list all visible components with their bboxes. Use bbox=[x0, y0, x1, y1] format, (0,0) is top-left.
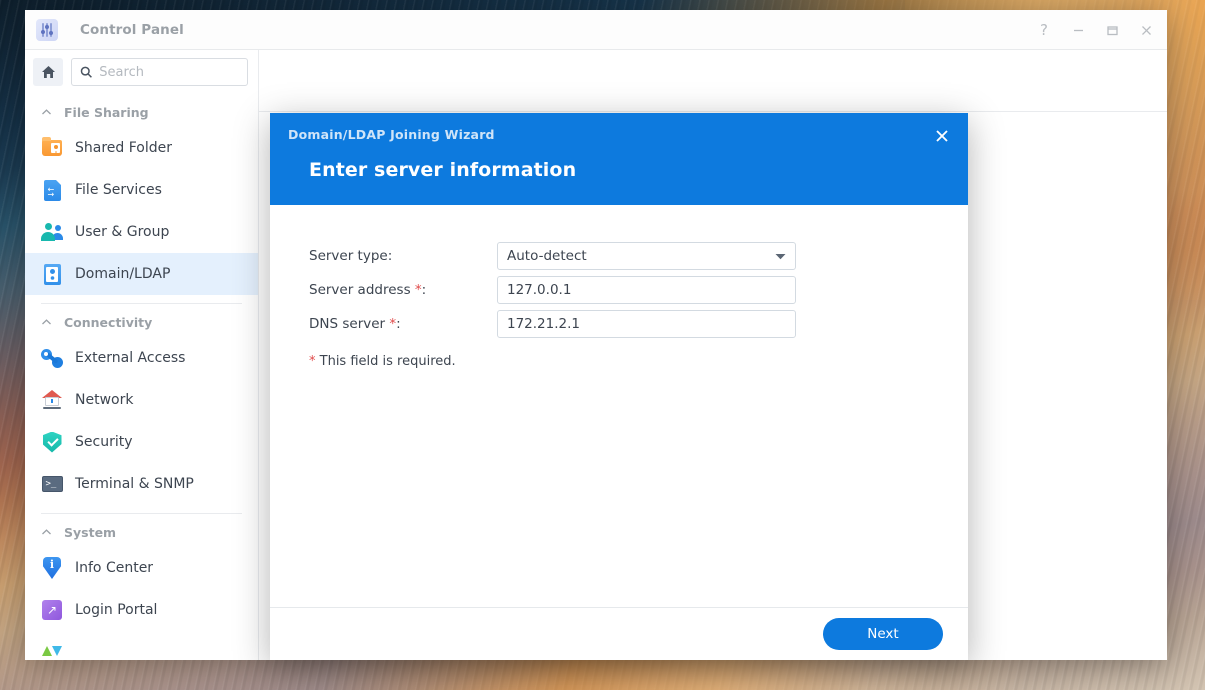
next-button[interactable]: Next bbox=[823, 618, 943, 650]
sidebar-item-label: User & Group bbox=[75, 224, 170, 240]
sidebar-item-label: Info Center bbox=[75, 560, 154, 576]
server-address-label: Server address *: bbox=[309, 282, 497, 298]
required-marker: * bbox=[309, 354, 316, 369]
server-type-label: Server type: bbox=[309, 248, 497, 264]
chevron-up-icon bbox=[42, 109, 51, 115]
sidebar-item-label: File Services bbox=[75, 182, 162, 198]
minimize-button[interactable] bbox=[1067, 19, 1089, 41]
external-access-icon bbox=[41, 347, 63, 369]
sidebar-group-label: File Sharing bbox=[64, 105, 149, 120]
sidebar-group-label: Connectivity bbox=[64, 315, 153, 330]
label-text: Server type: bbox=[309, 248, 393, 264]
terminal-icon: >_ bbox=[41, 473, 63, 495]
domain-ldap-icon bbox=[41, 263, 63, 285]
dns-server-field[interactable] bbox=[497, 310, 796, 338]
sidebar-item-domain-ldap[interactable]: Domain/LDAP bbox=[25, 253, 258, 295]
form-row-server-type: Server type: Auto-detect bbox=[309, 239, 968, 273]
dialog-title: Enter server information bbox=[309, 159, 577, 181]
control-panel-window: Control Panel ? Search File Sharing Shar… bbox=[25, 10, 1167, 660]
dialog-form: Server type: Auto-detect Server address … bbox=[270, 205, 968, 607]
window-controls: ? bbox=[1033, 10, 1157, 50]
sidebar-item-label: Domain/LDAP bbox=[75, 266, 171, 282]
sidebar-group-label: System bbox=[64, 525, 117, 540]
required-marker: * bbox=[414, 282, 422, 298]
close-button[interactable] bbox=[1135, 19, 1157, 41]
question-mark-icon: ? bbox=[1040, 20, 1048, 39]
sidebar: File Sharing Shared Folder ←→ File Servi… bbox=[25, 50, 259, 660]
shared-folder-icon bbox=[41, 137, 63, 159]
required-note-text: This field is required. bbox=[319, 354, 456, 369]
server-address-field[interactable] bbox=[497, 276, 796, 304]
label-colon: : bbox=[396, 316, 401, 332]
sidebar-search-bar bbox=[25, 50, 258, 94]
sidebar-group-system[interactable]: System bbox=[25, 514, 258, 547]
server-type-select[interactable]: Auto-detect bbox=[497, 242, 796, 270]
sidebar-item-label: Security bbox=[75, 434, 133, 450]
sidebar-item-login-portal[interactable]: Login Portal bbox=[25, 589, 258, 631]
label-colon: : bbox=[421, 282, 427, 298]
home-button[interactable] bbox=[33, 58, 63, 86]
sidebar-item-label: External Access bbox=[75, 350, 186, 366]
sidebar-group-connectivity[interactable]: Connectivity bbox=[25, 304, 258, 337]
security-shield-icon bbox=[41, 431, 63, 453]
label-text: Server address bbox=[309, 282, 415, 298]
dialog-header: Domain/LDAP Joining Wizard Enter server … bbox=[270, 113, 968, 205]
file-services-icon: ← → bbox=[41, 179, 63, 201]
network-icon bbox=[41, 389, 63, 411]
update-restore-icon bbox=[41, 641, 63, 660]
dns-server-label: DNS server *: bbox=[309, 316, 497, 332]
chevron-down-icon bbox=[775, 248, 786, 264]
sidebar-item-label: Network bbox=[75, 392, 134, 408]
sidebar-group-file-sharing[interactable]: File Sharing bbox=[25, 94, 258, 127]
dialog-subtitle: Domain/LDAP Joining Wizard bbox=[288, 127, 495, 142]
window-title: Control Panel bbox=[80, 21, 184, 38]
chevron-up-icon bbox=[42, 319, 51, 325]
sidebar-item-shared-folder[interactable]: Shared Folder bbox=[25, 127, 258, 169]
home-icon bbox=[41, 66, 55, 78]
close-icon bbox=[936, 130, 948, 142]
sidebar-item-external-access[interactable]: External Access bbox=[25, 337, 258, 379]
sidebar-item-label: Shared Folder bbox=[75, 140, 173, 156]
sidebar-item-label: Terminal & SNMP bbox=[75, 476, 194, 492]
sidebar-item-security[interactable]: Security bbox=[25, 421, 258, 463]
sidebar-item-update-restore[interactable] bbox=[25, 631, 258, 660]
help-button[interactable]: ? bbox=[1033, 19, 1055, 41]
search-input[interactable] bbox=[99, 64, 239, 80]
dns-server-input[interactable] bbox=[507, 316, 786, 332]
form-row-server-address: Server address *: bbox=[309, 273, 968, 307]
content-toolbar bbox=[259, 50, 1167, 112]
control-panel-icon bbox=[36, 18, 58, 41]
user-group-icon bbox=[41, 221, 63, 243]
minimize-icon bbox=[1073, 29, 1083, 31]
sidebar-item-label: Login Portal bbox=[75, 602, 158, 618]
server-type-value: Auto-detect bbox=[507, 248, 587, 264]
chevron-up-icon bbox=[42, 529, 51, 535]
dialog-close-button[interactable] bbox=[932, 126, 952, 146]
required-field-note: * This field is required. bbox=[309, 354, 968, 369]
search-box[interactable] bbox=[71, 58, 248, 86]
login-portal-icon bbox=[41, 599, 63, 621]
info-center-icon bbox=[41, 557, 63, 579]
search-icon bbox=[80, 66, 92, 78]
window-body: File Sharing Shared Folder ←→ File Servi… bbox=[25, 50, 1167, 660]
close-icon bbox=[1141, 25, 1151, 35]
server-address-input[interactable] bbox=[507, 282, 786, 298]
sidebar-item-info-center[interactable]: Info Center bbox=[25, 547, 258, 589]
maximize-button[interactable] bbox=[1101, 19, 1123, 41]
sidebar-item-file-services[interactable]: ← → File Services bbox=[25, 169, 258, 211]
sidebar-item-terminal-snmp[interactable]: >_ Terminal & SNMP bbox=[25, 463, 258, 505]
window-titlebar[interactable]: Control Panel ? bbox=[25, 10, 1167, 50]
sidebar-item-network[interactable]: Network bbox=[25, 379, 258, 421]
domain-ldap-joining-wizard-dialog: Domain/LDAP Joining Wizard Enter server … bbox=[270, 113, 968, 660]
maximize-icon bbox=[1106, 25, 1118, 35]
sidebar-item-user-group[interactable]: User & Group bbox=[25, 211, 258, 253]
form-row-dns-server: DNS server *: bbox=[309, 307, 968, 341]
dialog-footer: Next bbox=[270, 607, 968, 660]
label-text: DNS server bbox=[309, 316, 390, 332]
